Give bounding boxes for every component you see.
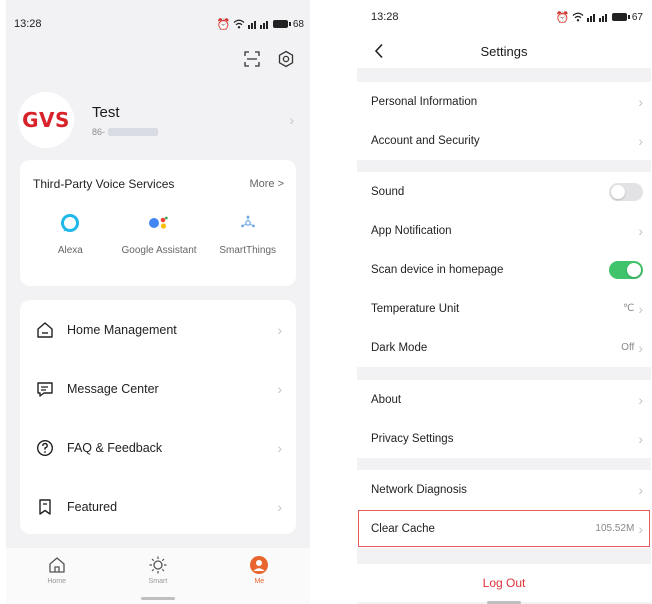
status-time: 13:28 (14, 18, 42, 30)
battery-level: 67 (631, 11, 643, 23)
chevron-right-icon: › (638, 339, 643, 356)
cache-size-value: 105.52M (595, 523, 635, 534)
gvs-logo: GVS (22, 108, 70, 132)
wifi-icon (572, 12, 584, 22)
setting-personal-information[interactable]: Personal Information › (357, 82, 651, 121)
scan-device-toggle[interactable] (609, 260, 643, 279)
question-icon (34, 437, 56, 459)
menu-item-message-center[interactable]: Message Center › (20, 359, 296, 418)
chevron-right-icon: › (638, 520, 643, 537)
menu-card: Home Management › Message Center › FAQ &… (20, 300, 296, 534)
setting-network-diagnosis[interactable]: Network Diagnosis › (357, 470, 651, 509)
settings-group-account: Personal Information › Account and Secur… (357, 82, 651, 160)
sound-toggle[interactable] (609, 182, 643, 201)
profile-header[interactable]: GVS Test 86- › (18, 92, 298, 148)
profile-screen: 13:28 ⏰ 68 GVS Test 86- › Third-Party Vo… (6, 0, 310, 604)
chevron-right-icon: › (638, 222, 643, 239)
temperature-unit-value: ℃ (623, 303, 635, 314)
settings-group-about: About › Privacy Settings › (357, 380, 651, 458)
chevron-right-icon: › (277, 439, 282, 456)
user-name: Test (92, 103, 120, 121)
chevron-right-icon: › (638, 93, 643, 110)
setting-about[interactable]: About › (357, 380, 651, 419)
settings-group-preferences: Sound App Notification › Scan device in … (357, 172, 651, 367)
page-title: Settings (480, 43, 528, 59)
user-phone: 86- (92, 127, 289, 137)
google-assistant-icon (148, 211, 170, 235)
dark-mode-value: Off (621, 342, 635, 353)
back-arrow-icon[interactable] (361, 43, 397, 59)
setting-temperature-unit[interactable]: Temperature Unit ℃ › (357, 289, 651, 328)
chevron-right-icon: › (277, 321, 282, 338)
chevron-right-icon: › (638, 391, 643, 408)
smartthings-icon (239, 211, 257, 235)
bookmark-icon (34, 496, 56, 518)
house-icon (34, 319, 56, 341)
setting-sound: Sound (357, 172, 651, 211)
signal-icon (248, 21, 269, 29)
battery-icon: 67 (612, 12, 643, 23)
setting-privacy[interactable]: Privacy Settings › (357, 419, 651, 458)
setting-clear-cache[interactable]: Clear Cache 105.52M › (357, 509, 651, 548)
message-icon (34, 378, 56, 400)
voice-item-google-assistant[interactable]: Google Assistant (115, 211, 204, 256)
more-link[interactable]: More > (249, 178, 284, 190)
bottom-tab-bar: Home Smart Me (6, 548, 310, 604)
signal-icon (587, 14, 608, 22)
status-icons: ⏰ 67 (556, 11, 643, 24)
menu-item-featured[interactable]: Featured › (20, 477, 296, 536)
redacted-number (108, 127, 159, 136)
home-indicator (141, 597, 175, 600)
settings-screen: 13:28 ⏰ 67 Settings Personal Information… (357, 0, 651, 604)
alexa-icon (60, 211, 80, 235)
voice-services-title: Third-Party Voice Services (33, 177, 175, 191)
setting-scan-device: Scan device in homepage (357, 250, 651, 289)
chevron-right-icon: › (277, 498, 282, 515)
menu-item-faq-feedback[interactable]: FAQ & Feedback › (20, 418, 296, 477)
status-icons: ⏰ 68 (217, 18, 304, 31)
chevron-right-icon: › (289, 112, 294, 128)
settings-navbar: Settings (357, 34, 651, 68)
battery-icon: 68 (273, 19, 304, 30)
chevron-right-icon: › (638, 430, 643, 447)
voice-item-smartthings[interactable]: SmartThings (203, 211, 292, 256)
setting-dark-mode[interactable]: Dark Mode Off › (357, 328, 651, 367)
voice-item-alexa[interactable]: Alexa (26, 211, 115, 256)
voice-services-card: Third-Party Voice Services More > Alexa … (20, 160, 296, 286)
chevron-right-icon: › (638, 132, 643, 149)
chevron-right-icon: › (277, 380, 282, 397)
setting-app-notification[interactable]: App Notification › (357, 211, 651, 250)
tab-home[interactable]: Home (27, 554, 87, 604)
alarm-icon: ⏰ (555, 11, 570, 24)
avatar[interactable]: GVS (18, 92, 74, 148)
menu-item-home-management[interactable]: Home Management › (20, 300, 296, 359)
chevron-right-icon: › (638, 481, 643, 498)
alarm-icon: ⏰ (216, 18, 231, 31)
logout-button[interactable]: Log Out (357, 564, 651, 602)
sun-icon (148, 554, 168, 576)
status-time: 13:28 (371, 11, 399, 23)
status-bar: 13:28 ⏰ 67 (357, 0, 651, 34)
chevron-right-icon: › (638, 300, 643, 317)
scan-icon[interactable] (242, 49, 262, 69)
setting-account-security[interactable]: Account and Security › (357, 121, 651, 160)
home-tab-icon (47, 554, 67, 576)
status-bar: 13:28 ⏰ 68 (6, 0, 310, 48)
wifi-icon (233, 19, 245, 29)
header-actions (242, 49, 296, 69)
settings-group-system: Network Diagnosis › Clear Cache 105.52M … (357, 470, 651, 548)
person-icon (249, 554, 269, 576)
tab-me[interactable]: Me (229, 554, 289, 604)
settings-gear-icon[interactable] (276, 49, 296, 69)
battery-level: 68 (292, 18, 304, 30)
